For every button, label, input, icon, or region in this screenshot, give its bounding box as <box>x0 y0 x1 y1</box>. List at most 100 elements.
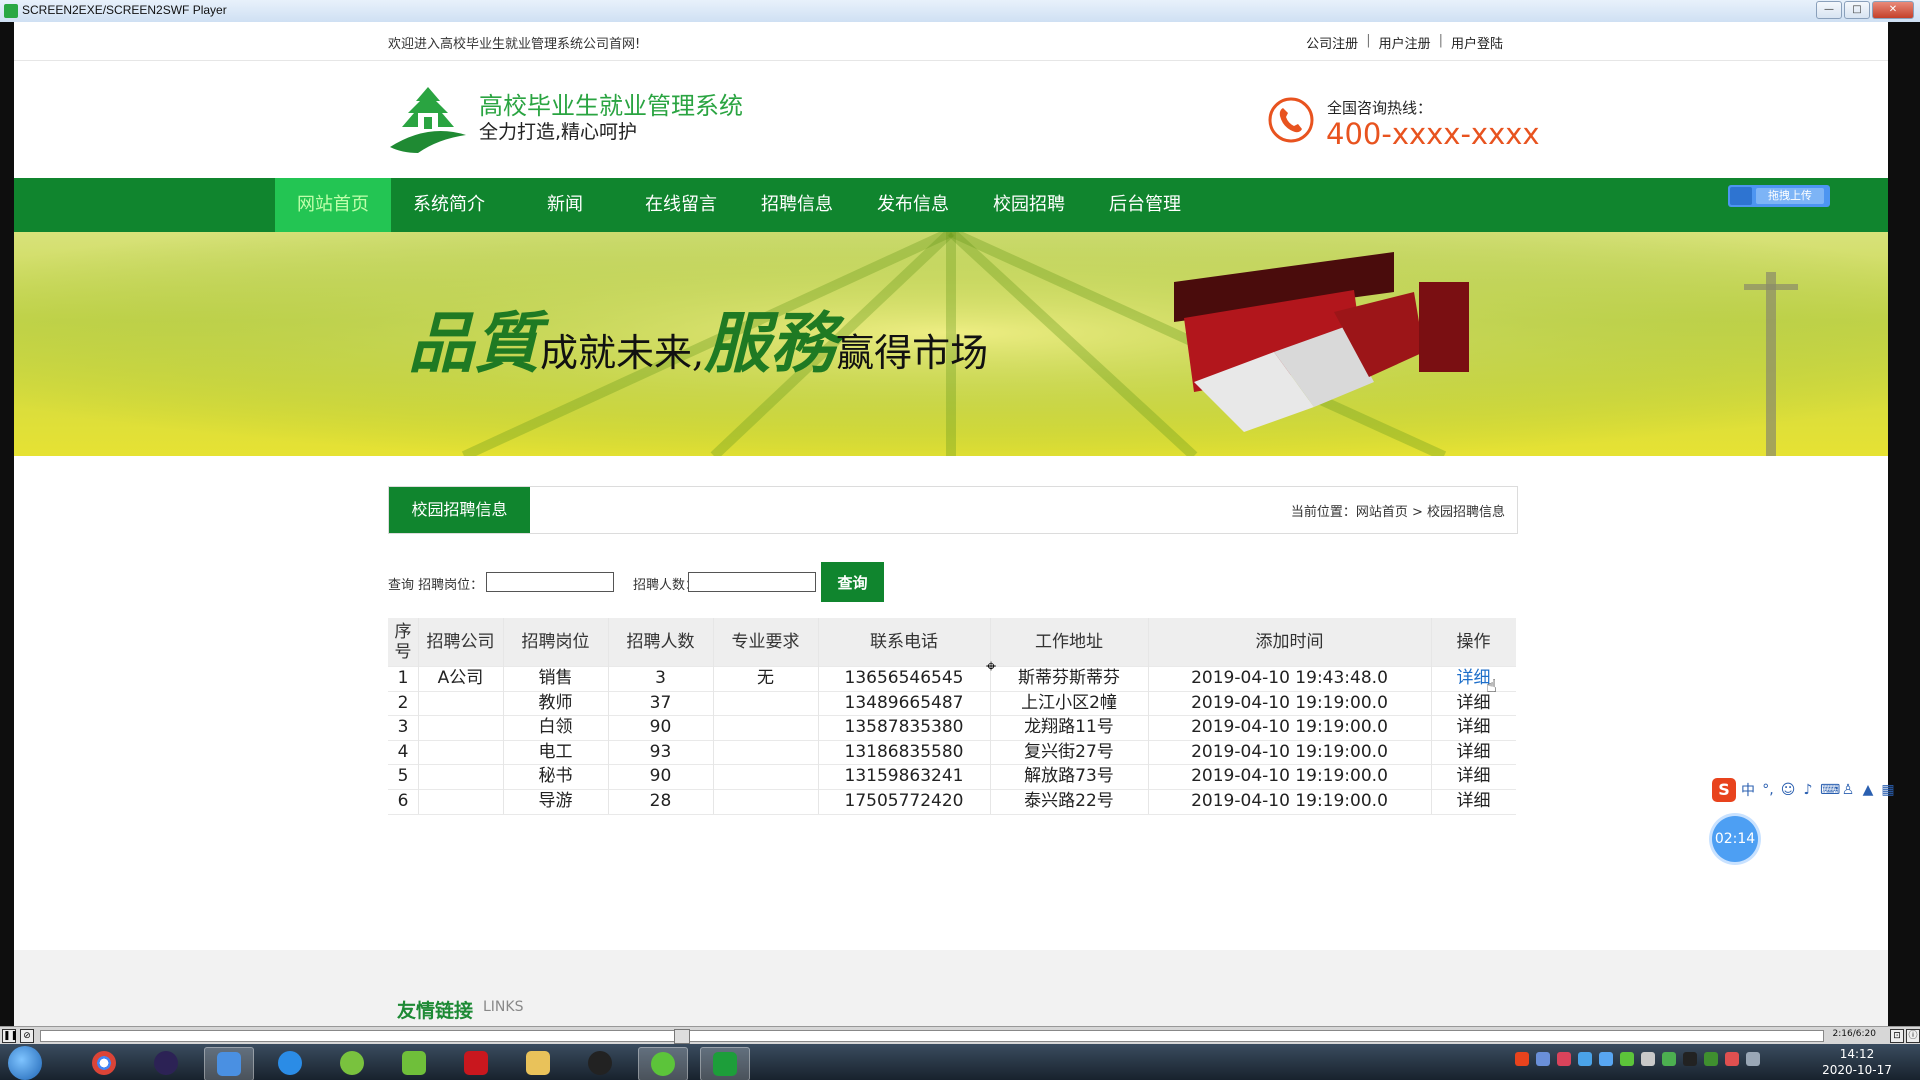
app-icon <box>4 4 18 18</box>
taskbar-qq-browser[interactable] <box>266 1047 314 1079</box>
nav-item-publish[interactable]: 发布信息 <box>855 178 971 232</box>
grid-icon[interactable]: ▦ <box>1880 782 1896 798</box>
taskbar-player[interactable] <box>700 1047 750 1081</box>
display-tray-icon[interactable] <box>1746 1052 1760 1066</box>
site-header: 高校毕业生就业管理系统 全力打造,精心呵护 全国咨询热线： 400-xxxx-x… <box>14 61 1888 178</box>
header-action: 操作 <box>1456 632 1491 652</box>
seek-thumb[interactable] <box>674 1029 690 1044</box>
friend-links-subtitle: LINKS <box>483 999 524 1015</box>
nav-item-campus[interactable]: 校园招聘 <box>971 178 1087 232</box>
section-tab[interactable]: 校园招聘信息 <box>389 487 530 533</box>
taskbar-flash[interactable] <box>452 1047 500 1079</box>
detail-link[interactable]: 详细 <box>1431 666 1516 691</box>
system-clock[interactable]: 14:12 2020-10-17 <box>1812 1046 1902 1078</box>
drag-upload-button[interactable]: 拖拽上传 <box>1728 185 1830 207</box>
cloud-upload-icon <box>1730 187 1752 205</box>
info-icon[interactable]: ⓘ <box>1906 1029 1920 1043</box>
shield-tray-icon[interactable] <box>1578 1052 1592 1066</box>
fullscreen-icon[interactable]: ⊡ <box>1890 1029 1904 1043</box>
header-phone: 联系电话 <box>818 618 991 666</box>
right-border <box>1888 22 1920 1026</box>
header-position: 招聘岗位 <box>503 618 609 666</box>
cell-phone: 13587835380 <box>818 715 991 740</box>
netdisk-tray-icon[interactable] <box>1599 1052 1613 1066</box>
skin-icon[interactable]: ▲ <box>1860 782 1876 798</box>
nav-item-admin[interactable]: 后台管理 <box>1087 178 1203 232</box>
recording-timer[interactable]: 02:14 <box>1712 816 1758 862</box>
taskbar-eclipse[interactable] <box>142 1047 190 1079</box>
taskbar-baidu-netdisk[interactable] <box>204 1047 254 1081</box>
user-login-link[interactable]: 用户登陆 <box>1451 33 1503 52</box>
clock-time: 14:12 <box>1839 1047 1875 1061</box>
cell-time: 2019-04-10 19:19:00.0 <box>1148 690 1432 716</box>
cell-company <box>418 764 504 789</box>
close-button[interactable]: ✕ <box>1872 1 1914 19</box>
count-input[interactable] <box>688 572 816 592</box>
nav-item-news[interactable]: 新闻 <box>507 178 623 232</box>
cell-address: 龙翔路11号 <box>990 715 1149 740</box>
taskbar-explorer[interactable] <box>514 1047 562 1079</box>
system-tray <box>1515 1052 1760 1066</box>
cell-index: 5 <box>388 764 419 789</box>
house-tree-logo-icon[interactable] <box>388 83 468 155</box>
emoji-icon[interactable]: ☺ <box>1780 782 1796 798</box>
sogou-tray-icon[interactable] <box>1515 1052 1529 1066</box>
volume-tray-icon[interactable] <box>1641 1052 1655 1066</box>
taskbar-wechat[interactable] <box>638 1047 688 1081</box>
wechat-tray-icon[interactable] <box>1620 1052 1634 1066</box>
banner: 品質成就未来,服務赢得市场 <box>14 232 1888 456</box>
antivirus-tray-icon[interactable] <box>1557 1052 1571 1066</box>
table-row: 4 电工 93 13186835580 复兴街27号 2019-04-10 19… <box>388 739 1516 766</box>
punctuation-icon[interactable]: °, <box>1760 782 1776 798</box>
speaker-tray-icon[interactable] <box>1725 1052 1739 1066</box>
start-button[interactable] <box>8 1046 42 1080</box>
microphone-icon[interactable]: ♪ <box>1800 782 1816 798</box>
cell-time: 2019-04-10 19:19:00.0 <box>1148 739 1432 765</box>
user-icon[interactable]: ♙ <box>1840 782 1856 798</box>
settings-icon[interactable]: ⊘ <box>20 1029 34 1043</box>
company-register-link[interactable]: 公司注册 <box>1306 33 1358 52</box>
detail-link[interactable]: 详细 <box>1431 691 1516 716</box>
taskbar-qq[interactable] <box>576 1047 624 1079</box>
network-tray-icon[interactable] <box>1536 1052 1550 1066</box>
cell-address: 复兴街27号 <box>990 739 1149 765</box>
window-controls: — □ ✕ <box>1816 1 1914 19</box>
maximize-button[interactable]: □ <box>1844 1 1870 19</box>
ime-logo-icon[interactable]: S <box>1712 778 1736 802</box>
cell-position: 导游 <box>503 789 609 814</box>
detail-link[interactable]: 详细 <box>1431 740 1516 765</box>
ime-mode-toggle[interactable]: 中 <box>1740 780 1756 800</box>
taskbar-chrome[interactable] <box>80 1047 128 1079</box>
seek-bar[interactable] <box>40 1029 1824 1044</box>
detail-link[interactable]: 详细 <box>1431 764 1516 789</box>
cell-count: 28 <box>608 789 714 814</box>
cell-company: A公司 <box>418 666 504 691</box>
cell-count: 3 <box>608 666 714 691</box>
cell-address: 上江小区2幢 <box>990 690 1149 716</box>
nav-item-home[interactable]: 网站首页 <box>275 178 391 232</box>
taskbar-editor[interactable] <box>390 1047 438 1079</box>
web-page: 欢迎进入高校毕业生就业管理系统公司首网! 公司注册 | 用户注册 | 用户登陆 … <box>14 22 1888 1026</box>
nav-item-message[interactable]: 在线留言 <box>623 178 739 232</box>
cell-position: 秘书 <box>503 764 609 789</box>
main-nav: 网站首页 系统简介 新闻 在线留言 招聘信息 发布信息 校园招聘 后台管理 拖拽… <box>14 178 1888 232</box>
nav-item-jobs[interactable]: 招聘信息 <box>739 178 855 232</box>
taskbar-360[interactable] <box>328 1047 376 1079</box>
cell-position: 教师 <box>503 690 609 716</box>
qq-tray-icon[interactable] <box>1683 1052 1697 1066</box>
battery-tray-icon[interactable] <box>1662 1052 1676 1066</box>
cell-phone: 17505772420 <box>818 789 991 814</box>
windows-taskbar: 14:12 2020-10-17 <box>0 1044 1920 1081</box>
position-input[interactable] <box>486 572 614 592</box>
cell-count: 90 <box>608 715 714 740</box>
detail-link[interactable]: 详细 <box>1431 715 1516 740</box>
nav-item-intro[interactable]: 系统简介 <box>391 178 507 232</box>
keyboard-icon[interactable]: ⌨ <box>1820 782 1840 798</box>
cell-major <box>713 764 819 789</box>
detail-link[interactable]: 详细 <box>1431 789 1516 814</box>
nvidia-tray-icon[interactable] <box>1704 1052 1718 1066</box>
user-register-link[interactable]: 用户注册 <box>1379 33 1431 52</box>
search-button[interactable]: 查询 <box>821 562 884 602</box>
pause-icon[interactable]: ❚❚ <box>2 1029 18 1043</box>
minimize-button[interactable]: — <box>1816 1 1842 19</box>
